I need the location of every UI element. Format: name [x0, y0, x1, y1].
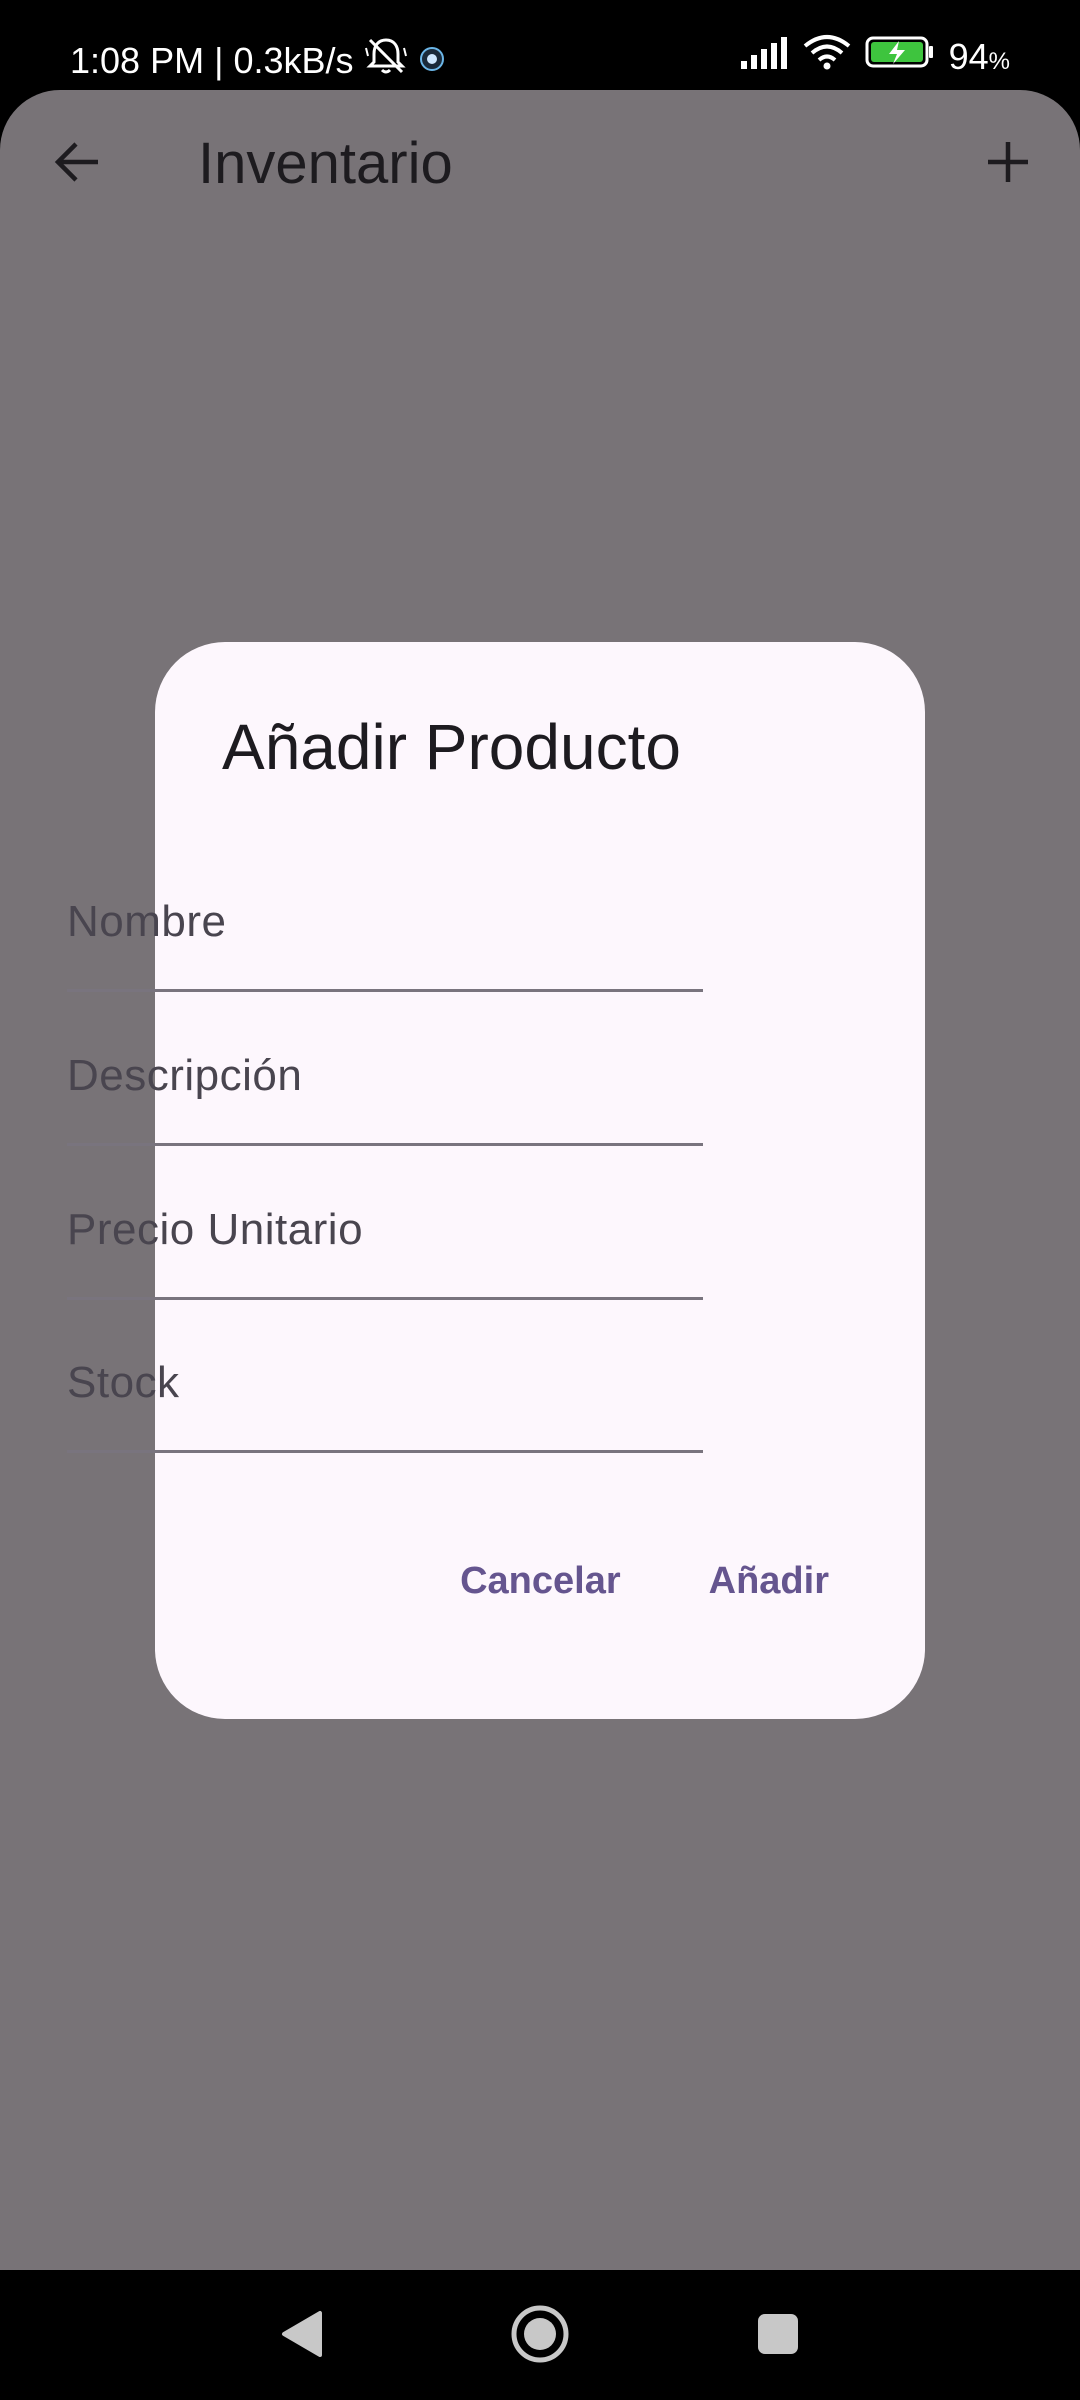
dialog-title: Añadir Producto	[222, 711, 681, 783]
nav-recents-button[interactable]	[742, 2300, 814, 2372]
wifi-icon	[803, 34, 851, 79]
add-product-button[interactable]	[970, 126, 1046, 202]
nav-recents-icon	[756, 2312, 800, 2361]
app-bar: Inventario	[0, 90, 1080, 240]
nav-home-button[interactable]	[504, 2300, 576, 2372]
navigation-bar	[0, 2270, 1080, 2400]
name-field[interactable]	[67, 872, 703, 992]
status-bar: 1:08 PM | 0.3kB/s 94%	[0, 0, 1080, 90]
arrow-back-icon	[54, 140, 102, 189]
stock-input[interactable]	[67, 1358, 703, 1408]
page-title: Inventario	[198, 131, 453, 196]
battery-percent-value: 94	[948, 35, 989, 77]
network-speed: 0.3kB/s	[233, 39, 354, 81]
unit-price-field[interactable]	[67, 1180, 703, 1300]
stock-field[interactable]	[67, 1333, 703, 1453]
status-time: 1:08 PM	[70, 39, 205, 81]
nav-back-button[interactable]	[266, 2300, 338, 2372]
nav-back-icon	[280, 2309, 324, 2364]
nav-home-icon	[510, 2304, 570, 2369]
plus-icon	[986, 140, 1030, 189]
status-right: 94%	[739, 34, 1010, 79]
app-notification-icon	[418, 40, 446, 82]
name-input[interactable]	[67, 897, 703, 947]
battery-percent-unit: %	[988, 47, 1010, 75]
status-left: 1:08 PM | 0.3kB/s	[70, 36, 446, 85]
description-input[interactable]	[67, 1051, 703, 1101]
screen: 1:08 PM | 0.3kB/s 94% Inventario Añadir …	[0, 0, 1080, 2400]
unit-price-input[interactable]	[67, 1205, 703, 1255]
dialog-actions: Cancelar Añadir	[460, 1560, 829, 1603]
back-button[interactable]	[40, 126, 116, 202]
description-field[interactable]	[67, 1026, 703, 1146]
signal-icon	[739, 35, 789, 78]
status-separator: |	[214, 39, 224, 81]
add-button[interactable]: Añadir	[709, 1560, 829, 1603]
mute-notifications-icon	[364, 36, 408, 85]
cancel-button[interactable]: Cancelar	[460, 1560, 621, 1603]
battery-charging-icon	[865, 35, 935, 78]
battery-percent: 94%	[949, 36, 1010, 78]
